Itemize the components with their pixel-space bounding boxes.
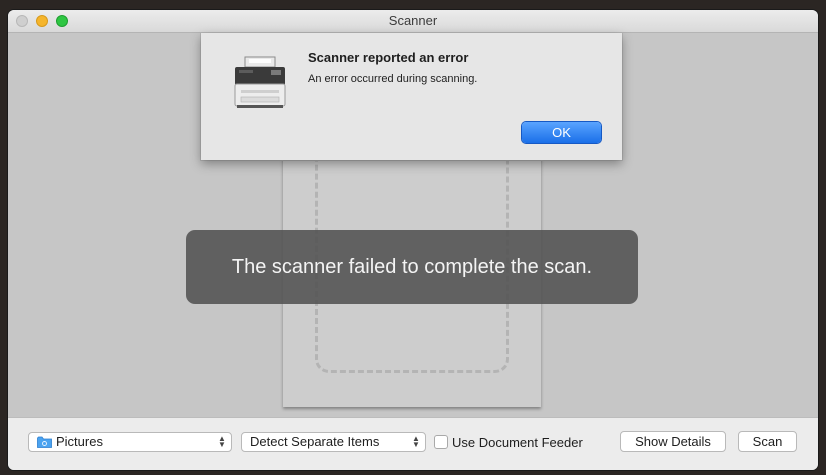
dialog-title: Scanner reported an error	[308, 50, 469, 65]
destination-label: Pictures	[56, 434, 103, 449]
scan-button[interactable]: Scan	[738, 431, 797, 452]
chevron-updown-icon: ▲ ▼	[218, 434, 226, 449]
chevron-updown-icon: ▲ ▼	[412, 434, 420, 449]
error-dialog: Scanner reported an error An error occur…	[201, 33, 622, 160]
show-details-button[interactable]: Show Details	[620, 431, 726, 452]
toast-message: The scanner failed to complete the scan.	[231, 255, 593, 278]
printer-icon	[234, 56, 286, 108]
detect-mode-label: Detect Separate Items	[250, 434, 380, 449]
title-bar[interactable]: Scanner	[8, 10, 818, 33]
detect-mode-popup[interactable]: Detect Separate Items ▲ ▼	[241, 432, 426, 452]
ok-button[interactable]: OK	[522, 122, 601, 143]
window-title: Scanner	[388, 13, 438, 28]
scan-failed-toast: The scanner failed to complete the scan.	[186, 230, 638, 304]
scanner-window: Scanner The scanner failed to complete t…	[8, 10, 818, 470]
scan-preview-area: The scanner failed to complete the scan.…	[8, 33, 818, 417]
scan-options-bar: Pictures ▲ ▼ Detect Separate Items ▲ ▼ Use…	[8, 417, 818, 470]
dialog-message: An error occurred during scanning.	[308, 73, 478, 85]
document-feeder-checkbox[interactable]	[434, 435, 448, 449]
destination-popup[interactable]: Pictures ▲ ▼	[28, 432, 232, 452]
document-feeder-label[interactable]: Use Document Feeder	[452, 435, 583, 450]
folder-icon	[37, 436, 52, 448]
